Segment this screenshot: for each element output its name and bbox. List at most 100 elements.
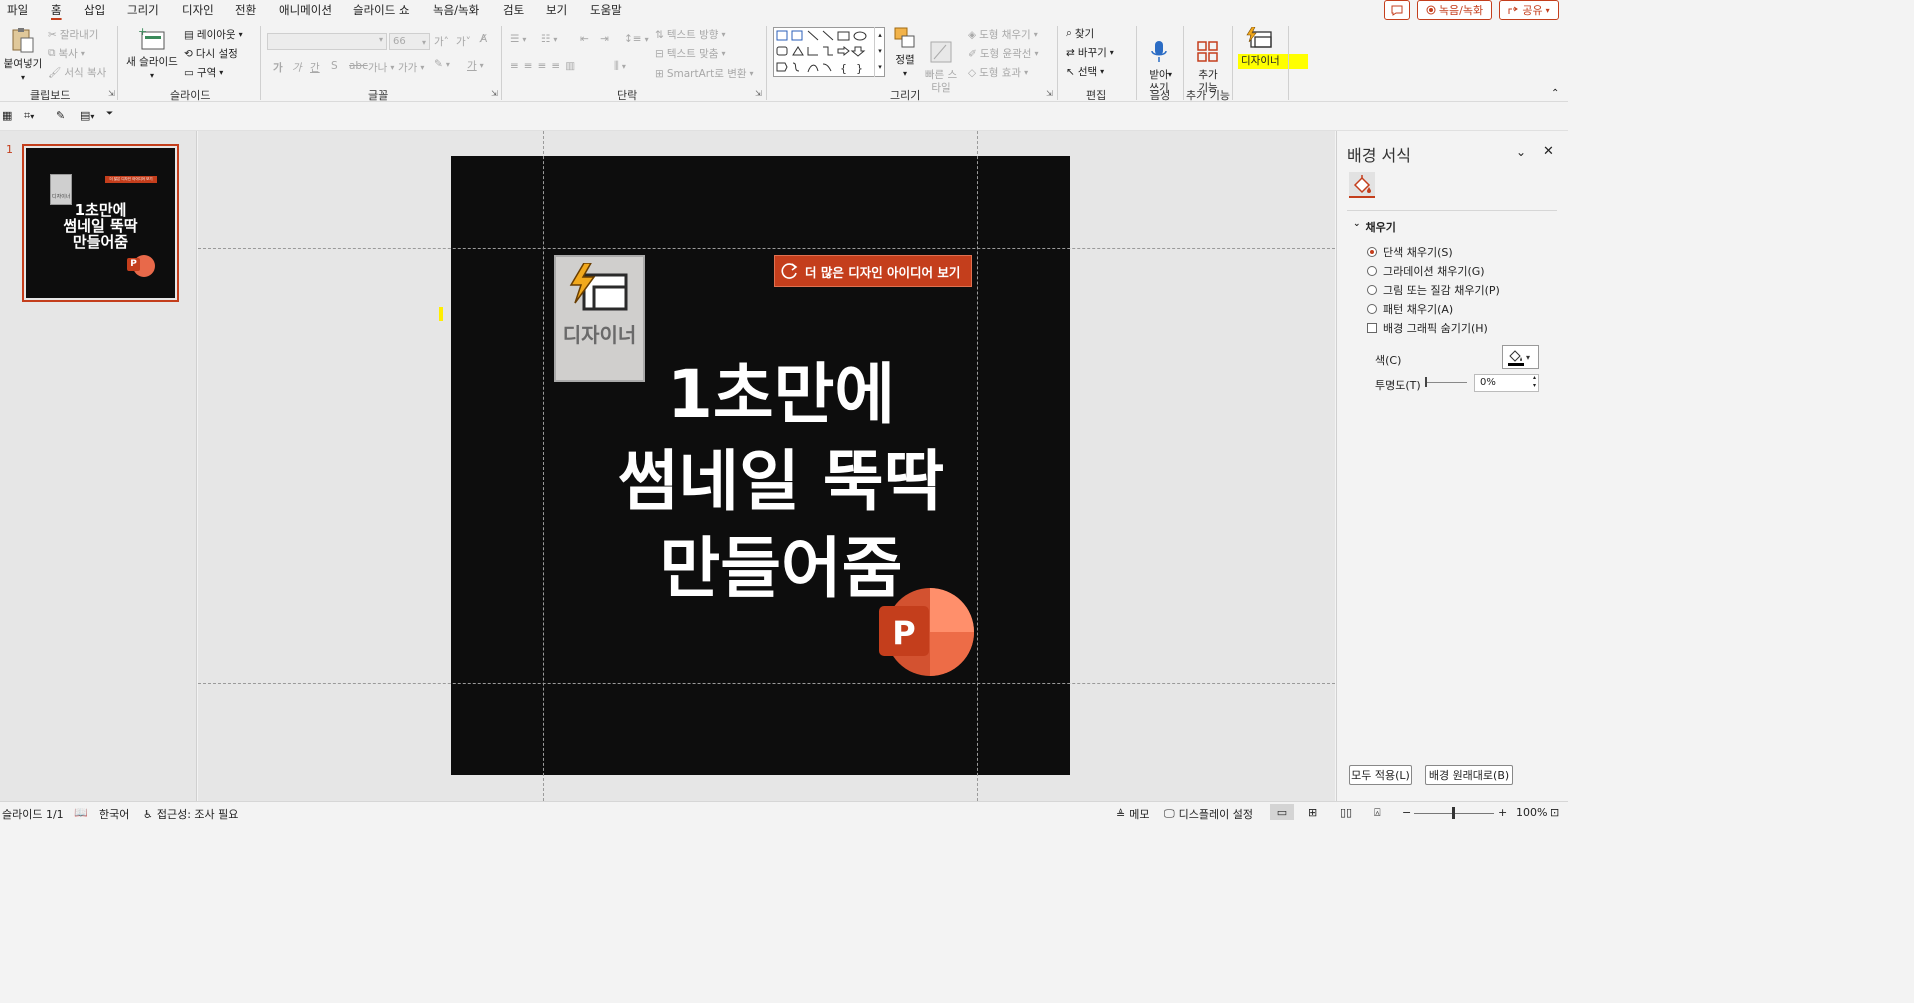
tab-view[interactable]: 보기 [546, 2, 567, 18]
tab-design[interactable]: 디자인 [182, 2, 214, 18]
chevron-down-icon[interactable]: ▾ [1168, 70, 1172, 79]
tab-slideshow[interactable]: 슬라이드 쇼 [353, 2, 410, 18]
bullets-button[interactable]: ☰ ▾ [510, 33, 526, 45]
share-button[interactable]: 공유 ▾ [1499, 0, 1559, 20]
tab-file[interactable]: 파일 [7, 2, 28, 18]
normal-view-icon[interactable]: ▭ [1270, 804, 1294, 820]
gallery-scroll[interactable]: ▴ ▾ ▾ [874, 27, 885, 77]
radio-button[interactable] [1367, 266, 1377, 276]
comments-button[interactable] [1384, 0, 1410, 20]
crop-icon[interactable]: ⌗▾ [24, 109, 34, 123]
fill-section-header[interactable]: ⌄ 채우기 [1353, 219, 1396, 235]
vertical-guide[interactable] [977, 131, 978, 801]
format-painter-button[interactable]: 🖌 서식 복사 [48, 65, 106, 80]
slide-editor[interactable]: 디자이너 더 많은 디자인 아이디어 보기 1초만에 썸네일 뚝딱 만들어줌 P [198, 131, 1335, 801]
zoom-level[interactable]: 100% [1516, 806, 1547, 819]
fit-slide-icon[interactable]: ⊡ [1550, 806, 1559, 819]
bold-button[interactable]: 가 [273, 60, 283, 75]
copy-button[interactable]: ⧉ 복사 ▾ [48, 46, 85, 61]
spinner-icon[interactable]: ▴ ▾ [1533, 374, 1536, 390]
slide-sorter-icon[interactable]: ⊞ [1308, 806, 1317, 819]
picture-icon[interactable]: ▤▾ [80, 109, 94, 122]
display-settings-button[interactable]: 🖵 디스플레이 설정 [1164, 806, 1253, 822]
dialog-launcher-icon[interactable]: ⇲ [108, 89, 115, 98]
solid-fill-option[interactable]: 단색 채우기(S) [1367, 244, 1453, 260]
apply-all-button[interactable]: 모두 적용(L) [1349, 765, 1412, 785]
zoom-slider-thumb[interactable] [1452, 807, 1455, 819]
horizontal-guide[interactable] [198, 683, 1335, 684]
layout-button[interactable]: ▤ 레이아웃 ▾ [184, 27, 243, 42]
vertical-guide[interactable] [543, 131, 544, 801]
tab-help[interactable]: 도움말 [590, 2, 622, 18]
slideshow-view-icon[interactable]: ⍓ [1374, 806, 1381, 820]
strikethrough-button[interactable]: abc [349, 60, 368, 72]
radio-button[interactable] [1367, 285, 1377, 295]
smartart-button[interactable]: ⊞ SmartArt로 변환 ▾ [655, 66, 754, 81]
change-case-button[interactable]: 가가 ▾ [398, 60, 424, 75]
align-text-button[interactable]: ⊟ 텍스트 맞춤 ▾ [655, 46, 725, 61]
slider-thumb[interactable] [1425, 377, 1427, 387]
tab-home[interactable]: 홈 [51, 2, 62, 18]
language-status[interactable]: 한국어 [99, 806, 129, 822]
tab-insert[interactable]: 삽입 [84, 2, 105, 18]
transparency-input[interactable]: 0% ▴ ▾ [1474, 374, 1539, 392]
reset-background-button[interactable]: 배경 원래대로(B) [1425, 765, 1513, 785]
font-color-button[interactable]: 가 ▾ [467, 58, 484, 73]
select-button[interactable]: ↖ 선택 ▾ [1066, 64, 1104, 79]
dialog-launcher-icon[interactable]: ⇲ [1046, 89, 1053, 98]
picture-fill-option[interactable]: 그림 또는 질감 채우기(P) [1367, 282, 1500, 298]
shape-fill-button[interactable]: ◈ 도형 채우기 ▾ [968, 27, 1038, 42]
arrange-button[interactable]: 정렬 ▾ [891, 26, 919, 80]
decrease-indent-icon[interactable]: ⇤ [580, 33, 589, 45]
tab-record[interactable]: 녹음/녹화 [433, 2, 479, 18]
paste-button[interactable]: 붙여넣기 ▾ [2, 26, 44, 84]
pattern-fill-option[interactable]: 패턴 채우기(A) [1367, 301, 1453, 317]
collapse-ribbon-icon[interactable]: ⌃ [1551, 88, 1559, 99]
accessibility-status[interactable]: ♿ 접근성: 조사 필요 [143, 806, 238, 822]
checkbox[interactable] [1367, 323, 1377, 333]
radio-button[interactable] [1367, 247, 1377, 257]
close-icon[interactable]: ✕ [1543, 144, 1554, 159]
align-buttons[interactable]: ≡≡≡≡▥ [510, 60, 580, 72]
dialog-launcher-icon[interactable]: ⇲ [491, 89, 498, 98]
design-ideas-banner[interactable]: 더 많은 디자인 아이디어 보기 [774, 255, 972, 287]
record-button[interactable]: 녹음/녹화 [1417, 0, 1492, 20]
powerpoint-logo[interactable]: P [877, 586, 977, 678]
radio-button[interactable] [1367, 304, 1377, 314]
designer-button[interactable]: 디자이너 [1237, 27, 1308, 73]
highlight-button[interactable]: ✎ ▾ [434, 58, 450, 70]
tab-animations[interactable]: 애니메이션 [279, 2, 332, 18]
slide-thumbnail[interactable]: 디자이너 더 많은 디자인 아이디어 보기 1초만에 썸네일 뚝딱 만들어줌 P [22, 144, 179, 302]
replace-button[interactable]: ⇄ 바꾸기 ▾ [1066, 45, 1114, 60]
line-spacing-button[interactable]: ↕≡ ▾ [624, 33, 649, 45]
font-name-select[interactable]: ▾ [267, 33, 387, 50]
italic-button[interactable]: 가 [292, 60, 302, 75]
new-slide-button[interactable]: + 새 슬라이드 ▾ [124, 25, 180, 82]
eyedropper-icon[interactable]: ✎ [56, 109, 65, 122]
shape-effects-button[interactable]: ◇ 도형 효과 ▾ [968, 65, 1028, 80]
find-button[interactable]: ⌕ 찾기 [1066, 26, 1094, 41]
tab-draw[interactable]: 그리기 [127, 2, 159, 18]
customize-qat-icon[interactable]: ⏷ [106, 109, 113, 119]
shrink-font-button[interactable]: 가˅ [456, 34, 471, 49]
shape-outline-button[interactable]: ✐ 도형 윤곽선 ▾ [968, 46, 1038, 61]
pane-options-chevron-icon[interactable]: ⌄ [1516, 145, 1526, 159]
cut-button[interactable]: ✂ 잘라내기 [48, 27, 98, 42]
dialog-launcher-icon[interactable]: ⇲ [755, 89, 762, 98]
slideshow-icon[interactable]: ▦ [2, 109, 12, 122]
zoom-in-icon[interactable]: + [1498, 806, 1507, 819]
gradient-fill-option[interactable]: 그라데이션 채우기(G) [1367, 263, 1485, 279]
underline-button[interactable]: 간 [310, 60, 320, 75]
section-button[interactable]: ▭ 구역 ▾ [184, 65, 223, 80]
text-direction-button[interactable]: ⇅ 텍스트 방향 ▾ [655, 27, 725, 42]
color-picker-button[interactable]: ▾ [1502, 345, 1539, 369]
tab-review[interactable]: 검토 [503, 2, 524, 18]
shadow-button[interactable]: S [331, 60, 338, 72]
shapes-gallery[interactable]: { } [773, 27, 885, 77]
numbering-button[interactable]: ☷ ▾ [541, 33, 557, 45]
fill-tab[interactable] [1349, 172, 1375, 198]
tab-transitions[interactable]: 전환 [235, 2, 256, 18]
columns-button[interactable]: ⫼ ▾ [614, 60, 626, 73]
reset-button[interactable]: ⟲ 다시 설정 [184, 46, 238, 61]
notes-button[interactable]: ≜ 메모 [1116, 806, 1149, 822]
